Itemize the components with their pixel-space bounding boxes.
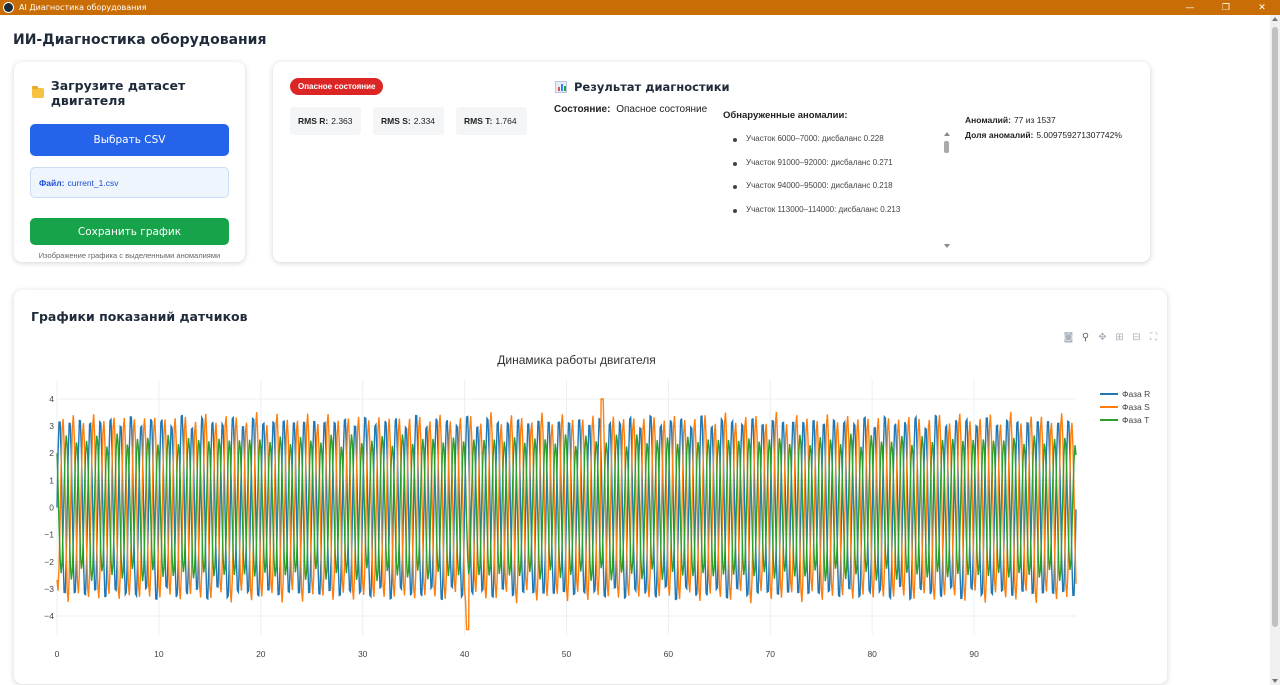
sensor-line-chart[interactable]: Динамика работы двигателя43210−1−2−3−40 1…	[14, 290, 1167, 684]
scroll-up-icon[interactable]	[944, 132, 950, 136]
state-line: Состояние: Опасное состояние	[554, 104, 707, 115]
scroll-up-icon[interactable]	[1272, 17, 1278, 21]
anomaly-count-value: 77 из 1537	[1013, 115, 1056, 125]
y-tick-label: 2	[49, 448, 54, 458]
upload-title-text: Загрузите датасет двигателя	[50, 78, 186, 108]
page-scroll-thumb[interactable]	[1272, 27, 1278, 627]
list-item: Участок 6000–7000: дисбаланс 0.228	[733, 134, 947, 158]
x-tick-label: 10	[154, 649, 164, 659]
bar-chart-icon	[555, 81, 567, 93]
x-tick-label: 80	[867, 649, 877, 659]
rms-t: RMS T: 1.764	[456, 107, 527, 135]
x-tick-label: 30	[358, 649, 368, 659]
minimize-icon[interactable]: —	[1172, 0, 1208, 15]
app-content: ИИ-Диагностика оборудования Загрузите да…	[0, 15, 1270, 685]
rms-s-value: 2.334	[413, 116, 436, 126]
x-tick-label: 60	[664, 649, 674, 659]
x-tick-label: 20	[256, 649, 266, 659]
file-name: current_1.csv	[67, 177, 119, 188]
legend-label: Фаза R	[1122, 389, 1150, 399]
y-tick-label: −1	[44, 530, 54, 540]
status-badge: Опасное состояние	[290, 78, 384, 95]
list-item: Участок 91000–92000: дисбаланс 0.271	[733, 158, 947, 182]
anomalies-title: Обнаруженные аномалии:	[723, 110, 848, 121]
maximize-icon[interactable]: ❐	[1208, 0, 1244, 15]
file-label: Файл:	[39, 177, 65, 188]
y-tick-label: 4	[49, 394, 54, 404]
file-info: Файл: current_1.csv	[30, 167, 229, 198]
page-scrollbar[interactable]	[1270, 15, 1280, 685]
diagnostics-card: Опасное состояние RMS R: 2.363 RMS S: 2.…	[273, 62, 1150, 262]
app-icon	[3, 2, 14, 13]
upload-title: Загрузите датасет двигателя	[32, 78, 245, 108]
rms-t-value: 1.764	[495, 116, 517, 126]
result-title: Результат диагностики	[555, 80, 730, 94]
x-tick-label: 70	[766, 649, 776, 659]
anomaly-stats: Аномалий: 77 из 1537 Доля аномалий: 5.0097…	[965, 113, 1122, 143]
legend-label: Фаза S	[1122, 402, 1150, 412]
scroll-down-icon[interactable]	[944, 244, 950, 248]
y-tick-label: −3	[44, 584, 54, 594]
y-tick-label: −2	[44, 557, 54, 567]
list-item: Участок 94000–95000: дисбаланс 0.218	[733, 181, 947, 205]
close-icon[interactable]: ✕	[1244, 0, 1280, 15]
legend-label: Фаза T	[1122, 415, 1149, 425]
y-tick-label: 3	[49, 421, 54, 431]
rms-r: RMS R: 2.363	[290, 107, 361, 135]
state-label: Состояние:	[554, 104, 611, 115]
window-controls: — ❐ ✕	[1172, 0, 1280, 15]
page-title: ИИ-Диагностика оборудования	[13, 32, 267, 48]
y-tick-label: 1	[49, 475, 54, 485]
rms-t-label: RMS T:	[464, 116, 493, 126]
y-tick-label: 0	[49, 503, 54, 513]
window-title-bar: AI Диагностика оборудования — ❐ ✕	[0, 0, 1280, 15]
anomaly-share-label: Доля аномалий:	[965, 130, 1034, 140]
scroll-thumb[interactable]	[944, 141, 949, 153]
x-tick-label: 50	[562, 649, 572, 659]
anomalies-list[interactable]: Участок 6000–7000: дисбаланс 0.228 Участ…	[733, 134, 947, 239]
x-tick-label: 0	[55, 649, 60, 659]
sensor-chart-card: Графики показаний датчиков ◙ ⚲ ✥ ⊞ ⊟ ⛶ Д…	[14, 290, 1167, 684]
result-title-text: Результат диагностики	[574, 80, 730, 94]
save-caption: Изображение графика с выделенными аномал…	[38, 251, 221, 260]
rms-s-label: RMS S:	[381, 116, 411, 126]
list-item: Участок 113000–114000: дисбаланс 0.213	[733, 205, 947, 229]
y-tick-label: −4	[44, 611, 54, 621]
anomalies-scrollbar[interactable]	[943, 132, 951, 248]
x-tick-label: 40	[460, 649, 470, 659]
scroll-down-icon[interactable]	[1272, 679, 1278, 683]
choose-csv-button[interactable]: Выбрать CSV	[30, 124, 229, 156]
anomaly-share-value: 5.009759271307742%	[1036, 130, 1122, 140]
chart-title: Динамика работы двигателя	[497, 353, 655, 367]
rms-s: RMS S: 2.334	[373, 107, 444, 135]
rms-r-label: RMS R:	[298, 116, 329, 126]
x-tick-label: 90	[969, 649, 979, 659]
save-chart-button[interactable]: Сохранить график	[30, 218, 229, 245]
rms-r-value: 2.363	[331, 116, 353, 126]
folder-icon	[32, 86, 44, 98]
window-title: AI Диагностика оборудования	[19, 3, 147, 12]
state-value: Опасное состояние	[616, 104, 708, 115]
upload-card: Загрузите датасет двигателя Выбрать CSV …	[14, 62, 245, 262]
anomaly-count-label: Аномалий:	[965, 115, 1011, 125]
